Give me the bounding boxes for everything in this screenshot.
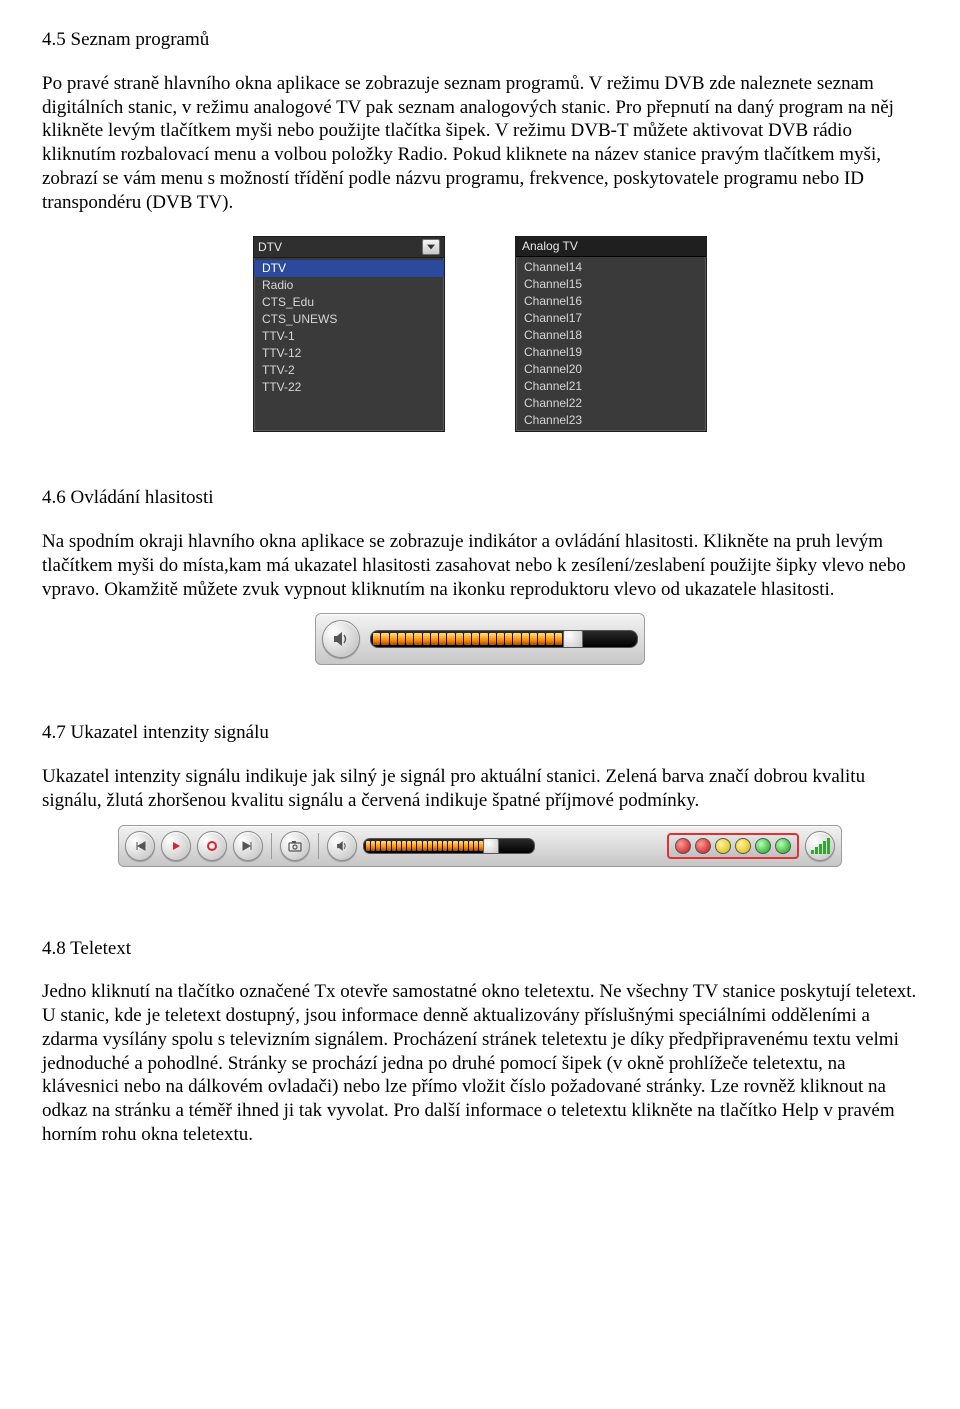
heading-4-7: 4.7 Ukazatel intenzity signálu	[42, 721, 918, 745]
separator	[271, 833, 272, 859]
list-item[interactable]: Channel19	[516, 344, 706, 361]
list-item[interactable]: Channel15	[516, 276, 706, 293]
list-item[interactable]: Channel22	[516, 395, 706, 412]
list-item[interactable]: CTS_UNEWS	[254, 311, 444, 328]
analog-header: Analog TV	[516, 237, 706, 257]
signal-dot-yellow	[715, 838, 731, 854]
signal-dot-green	[775, 838, 791, 854]
speaker-icon	[331, 629, 351, 649]
separator	[318, 833, 319, 859]
list-item[interactable]: Channel16	[516, 293, 706, 310]
list-item[interactable]: Channel18	[516, 327, 706, 344]
list-item[interactable]: Radio	[254, 277, 444, 294]
record-icon	[206, 840, 218, 852]
signal-bar-screenshot	[42, 825, 918, 867]
bars-icon	[809, 836, 832, 856]
record-button[interactable]	[197, 831, 227, 861]
snapshot-button[interactable]	[280, 831, 310, 861]
list-item[interactable]: Channel14	[516, 259, 706, 276]
list-item[interactable]: Channel20	[516, 361, 706, 378]
volume-slider-small[interactable]	[363, 838, 535, 854]
para-4-8: Jedno kliknutí na tlačítko označené Tx o…	[42, 980, 918, 1146]
analog-header-label: Analog TV	[522, 239, 578, 253]
heading-4-6: 4.6 Ovládání hlasitosti	[42, 486, 918, 510]
para-4-6: Na spodním okraji hlavního okna aplikace…	[42, 530, 918, 601]
dtv-panel: DTV DTVRadioCTS_EduCTS_UNEWSTTV-1TTV-12T…	[253, 236, 445, 432]
dtv-list[interactable]: DTVRadioCTS_EduCTS_UNEWSTTV-1TTV-12TTV-2…	[254, 258, 444, 398]
next-icon	[242, 840, 254, 852]
speaker-icon	[335, 839, 349, 853]
signal-dot-yellow	[735, 838, 751, 854]
signal-dot-red	[695, 838, 711, 854]
analog-panel: Analog TV Channel14Channel15Channel16Cha…	[515, 236, 707, 432]
mute-button-small[interactable]	[327, 831, 357, 861]
mute-button[interactable]	[322, 620, 360, 658]
signal-indicator	[667, 833, 799, 859]
camera-icon	[288, 840, 302, 852]
para-4-7: Ukazatel intenzity signálu indikuje jak …	[42, 765, 918, 813]
list-item[interactable]: TTV-1	[254, 328, 444, 345]
play-button[interactable]	[161, 831, 191, 861]
program-list-screenshots: DTV DTVRadioCTS_EduCTS_UNEWSTTV-1TTV-12T…	[42, 236, 918, 432]
dtv-dropdown[interactable]: DTV	[254, 237, 444, 258]
list-item[interactable]: DTV	[254, 260, 444, 277]
dtv-dropdown-label: DTV	[258, 240, 282, 255]
next-button[interactable]	[233, 831, 263, 861]
signal-dot-red	[675, 838, 691, 854]
chevron-down-icon[interactable]	[422, 239, 440, 255]
prev-button[interactable]	[125, 831, 155, 861]
play-icon	[170, 840, 182, 852]
prev-icon	[134, 840, 146, 852]
para-4-5: Po pravé straně hlavního okna aplikace s…	[42, 72, 918, 215]
list-item[interactable]: Channel17	[516, 310, 706, 327]
heading-4-8: 4.8 Teletext	[42, 937, 918, 961]
signal-bars-button[interactable]	[805, 831, 835, 861]
heading-4-5: 4.5 Seznam programů	[42, 28, 918, 52]
list-item[interactable]: CTS_Edu	[254, 294, 444, 311]
list-item[interactable]: TTV-12	[254, 345, 444, 362]
volume-thumb[interactable]	[563, 630, 583, 648]
list-item[interactable]: TTV-2	[254, 362, 444, 379]
signal-dot-green	[755, 838, 771, 854]
list-item[interactable]: Channel21	[516, 378, 706, 395]
list-item[interactable]: Channel23	[516, 412, 706, 429]
list-item[interactable]: TTV-22	[254, 379, 444, 396]
volume-thumb-small[interactable]	[483, 838, 499, 854]
analog-list[interactable]: Channel14Channel15Channel16Channel17Chan…	[516, 257, 706, 431]
volume-control-screenshot	[42, 613, 918, 665]
volume-slider[interactable]	[370, 630, 638, 648]
